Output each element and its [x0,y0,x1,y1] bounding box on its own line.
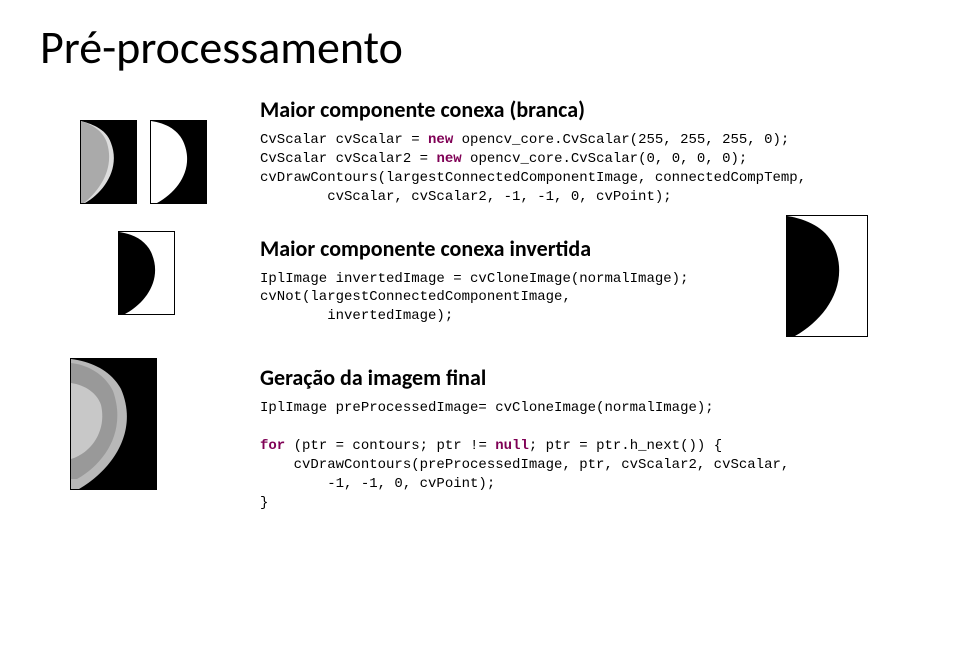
code-text: IplImage invertedImage = cvCloneImage(no… [260,271,688,287]
code-text: CvScalar cvScalar = [260,132,428,148]
code-text: opencv_core.CvScalar(0, 0, 0, 0); [462,151,748,167]
code-text: cvDrawContours(preProcessedImage, ptr, c… [260,457,789,473]
code-text: CvScalar cvScalar2 = [260,151,436,167]
thumbnail-original-1 [80,120,137,204]
code-keyword-new: new [436,151,461,167]
code-text: } [260,495,268,511]
section-final-image: Geração da imagem final IplImage preProc… [40,364,920,512]
code-text: invertedImage); [260,308,453,324]
page-title: Pré-processamento [40,20,920,76]
thumbnail-binary-1 [150,120,207,204]
code-text: cvNot(largestConnectedComponentImage, [260,289,571,305]
section1-heading: Maior componente conexa (branca) [260,96,920,123]
section3-code: IplImage preProcessedImage= cvCloneImage… [260,399,920,512]
section-major-component-white: Maior componente conexa (branca) CvScala… [40,96,920,207]
thumbnail-final [70,358,157,490]
thumbnail-inverted-large [786,215,868,337]
code-keyword-for: for [260,438,285,454]
thumbnail-inverted-small [118,231,175,315]
code-keyword-new: new [428,132,453,148]
section-major-component-inverted: Maior componente conexa invertida IplIma… [40,235,920,327]
code-text: ; ptr = ptr.h_next()) { [529,438,722,454]
code-text: IplImage preProcessedImage= cvCloneImage… [260,400,714,416]
code-text: (ptr = contours; ptr != [285,438,495,454]
code-keyword-null: null [495,438,529,454]
code-text: opencv_core.CvScalar(255, 255, 255, 0); [453,132,789,148]
code-text: cvScalar, cvScalar2, -1, -1, 0, cvPoint)… [260,189,672,205]
code-text: cvDrawContours(largestConnectedComponent… [260,170,806,186]
section3-heading: Geração da imagem final [260,364,920,391]
section1-code: CvScalar cvScalar = new opencv_core.CvSc… [260,131,920,207]
code-text: -1, -1, 0, cvPoint); [260,476,495,492]
